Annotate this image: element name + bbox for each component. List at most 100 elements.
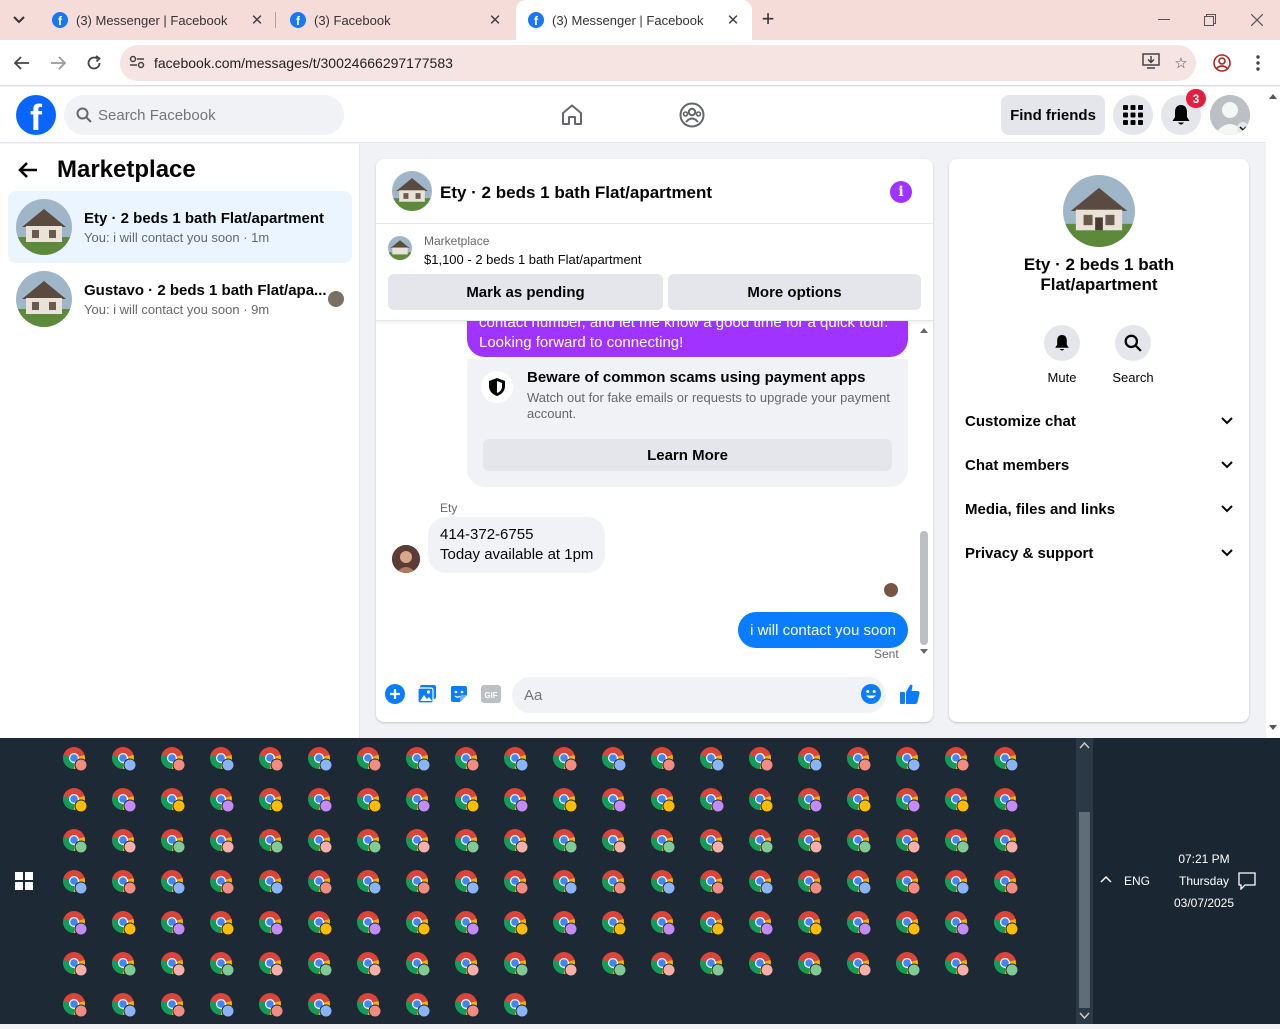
avatar[interactable] [392, 545, 420, 573]
chrome-app-icon[interactable] [160, 746, 186, 772]
chrome-app-icon[interactable] [62, 992, 88, 1018]
forward-button[interactable] [46, 51, 70, 75]
chrome-app-icon[interactable] [748, 828, 774, 854]
language-indicator[interactable]: ENG [1124, 874, 1150, 888]
chrome-app-icon[interactable] [601, 746, 627, 772]
chrome-app-icon[interactable] [503, 992, 529, 1018]
chrome-app-icon[interactable] [944, 828, 970, 854]
chrome-app-icon[interactable] [895, 910, 921, 936]
chrome-app-icon[interactable] [405, 828, 431, 854]
close-icon[interactable]: ✕ [486, 11, 504, 29]
chrome-app-icon[interactable] [895, 787, 921, 813]
chrome-app-icon[interactable] [846, 869, 872, 895]
chrome-app-icon[interactable] [601, 910, 627, 936]
page-scrollbar[interactable] [1266, 87, 1280, 738]
chrome-app-icon[interactable] [209, 787, 235, 813]
chrome-app-icon[interactable] [503, 869, 529, 895]
chrome-app-icon[interactable] [699, 910, 725, 936]
chrome-app-icon[interactable] [503, 910, 529, 936]
chrome-app-icon[interactable] [160, 992, 186, 1018]
chrome-app-icon[interactable] [895, 746, 921, 772]
chrome-app-icon[interactable] [160, 828, 186, 854]
chrome-app-icon[interactable] [650, 910, 676, 936]
clock-day[interactable]: Thursday [1166, 874, 1242, 888]
chrome-app-icon[interactable] [209, 992, 235, 1018]
chrome-app-icon[interactable] [944, 910, 970, 936]
facebook-search[interactable] [64, 95, 344, 135]
chrome-app-icon[interactable] [111, 746, 137, 772]
chrome-app-icon[interactable] [405, 746, 431, 772]
chrome-app-icon[interactable] [209, 951, 235, 977]
chrome-app-icon[interactable] [944, 746, 970, 772]
chrome-app-icon[interactable] [650, 951, 676, 977]
chrome-app-icon[interactable] [209, 910, 235, 936]
chrome-app-icon[interactable] [307, 746, 333, 772]
chrome-app-icon[interactable] [258, 910, 284, 936]
conversation-item[interactable]: Ety · 2 beds 1 bath Flat/apartment You: … [8, 191, 352, 263]
chrome-app-icon[interactable] [797, 869, 823, 895]
chrome-app-icon[interactable] [748, 869, 774, 895]
minimize-button[interactable] [1141, 0, 1187, 40]
chrome-app-icon[interactable] [258, 787, 284, 813]
chrome-app-icon[interactable] [846, 951, 872, 977]
chrome-app-icon[interactable] [503, 746, 529, 772]
chrome-app-icon[interactable] [503, 828, 529, 854]
info-icon[interactable]: i [890, 181, 912, 203]
chrome-app-icon[interactable] [846, 787, 872, 813]
chrome-app-icon[interactable] [307, 951, 333, 977]
clock-date[interactable]: 03/07/2025 [1156, 896, 1252, 910]
chrome-app-icon[interactable] [797, 787, 823, 813]
chrome-app-icon[interactable] [552, 951, 578, 977]
chrome-app-icon[interactable] [601, 951, 627, 977]
chrome-app-icon[interactable] [993, 910, 1019, 936]
chrome-app-icon[interactable] [356, 828, 382, 854]
chrome-app-icon[interactable] [895, 828, 921, 854]
chrome-app-icon[interactable] [405, 910, 431, 936]
chrome-app-icon[interactable] [503, 951, 529, 977]
profile-button[interactable] [1210, 51, 1234, 75]
chrome-app-icon[interactable] [209, 746, 235, 772]
site-info-icon[interactable] [120, 55, 154, 72]
scrollbar-thumb[interactable] [1079, 812, 1090, 1008]
search-input[interactable] [98, 106, 318, 124]
notification-center-icon[interactable] [1238, 872, 1256, 890]
chrome-app-icon[interactable] [62, 951, 88, 977]
chrome-app-icon[interactable] [405, 869, 431, 895]
chevron-up-icon[interactable] [1100, 875, 1112, 883]
browser-tab-2[interactable]: f (3) Facebook ✕ [278, 0, 514, 40]
outgoing-message-bubble[interactable]: contact number, and let me know a good t… [467, 321, 908, 357]
address-bar[interactable]: facebook.com/messages/t/3002466629717758… [120, 45, 1196, 81]
message-input-field[interactable] [512, 677, 886, 713]
chrome-app-icon[interactable] [111, 787, 137, 813]
chrome-app-icon[interactable] [209, 869, 235, 895]
chrome-app-icon[interactable] [307, 869, 333, 895]
chrome-app-icon[interactable] [699, 746, 725, 772]
chrome-app-icon[interactable] [258, 992, 284, 1018]
chrome-app-icon[interactable] [748, 787, 774, 813]
chrome-app-icon[interactable] [258, 869, 284, 895]
chrome-app-icon[interactable] [454, 869, 480, 895]
chrome-app-icon[interactable] [62, 869, 88, 895]
clock-time[interactable]: 07:21 PM [1166, 852, 1242, 866]
window-close-button[interactable] [1234, 0, 1280, 40]
chrome-app-icon[interactable] [993, 746, 1019, 772]
browser-tab-active[interactable]: f (3) Messenger | Facebook ✕ [516, 0, 752, 40]
chrome-app-icon[interactable] [111, 951, 137, 977]
browser-tab-1[interactable]: f (3) Messenger | Facebook ✕ [40, 0, 276, 40]
back-button[interactable] [10, 51, 34, 75]
chrome-app-icon[interactable] [748, 746, 774, 772]
home-nav-button[interactable] [556, 99, 588, 131]
chrome-app-icon[interactable] [160, 787, 186, 813]
chrome-app-icon[interactable] [356, 869, 382, 895]
chrome-app-icon[interactable] [601, 787, 627, 813]
customize-chat-section[interactable]: Customize chat [965, 401, 1233, 441]
incoming-message-bubble[interactable]: 414-372-6755 Today available at 1pm [428, 517, 606, 573]
browser-menu-button[interactable] [1246, 51, 1270, 75]
message-input[interactable] [524, 686, 824, 704]
chrome-app-icon[interactable] [944, 951, 970, 977]
chrome-app-icon[interactable] [307, 910, 333, 936]
account-avatar-button[interactable] [1210, 95, 1250, 135]
chrome-app-icon[interactable] [944, 787, 970, 813]
find-friends-button[interactable]: Find friends [1001, 95, 1105, 135]
chrome-app-icon[interactable] [650, 869, 676, 895]
